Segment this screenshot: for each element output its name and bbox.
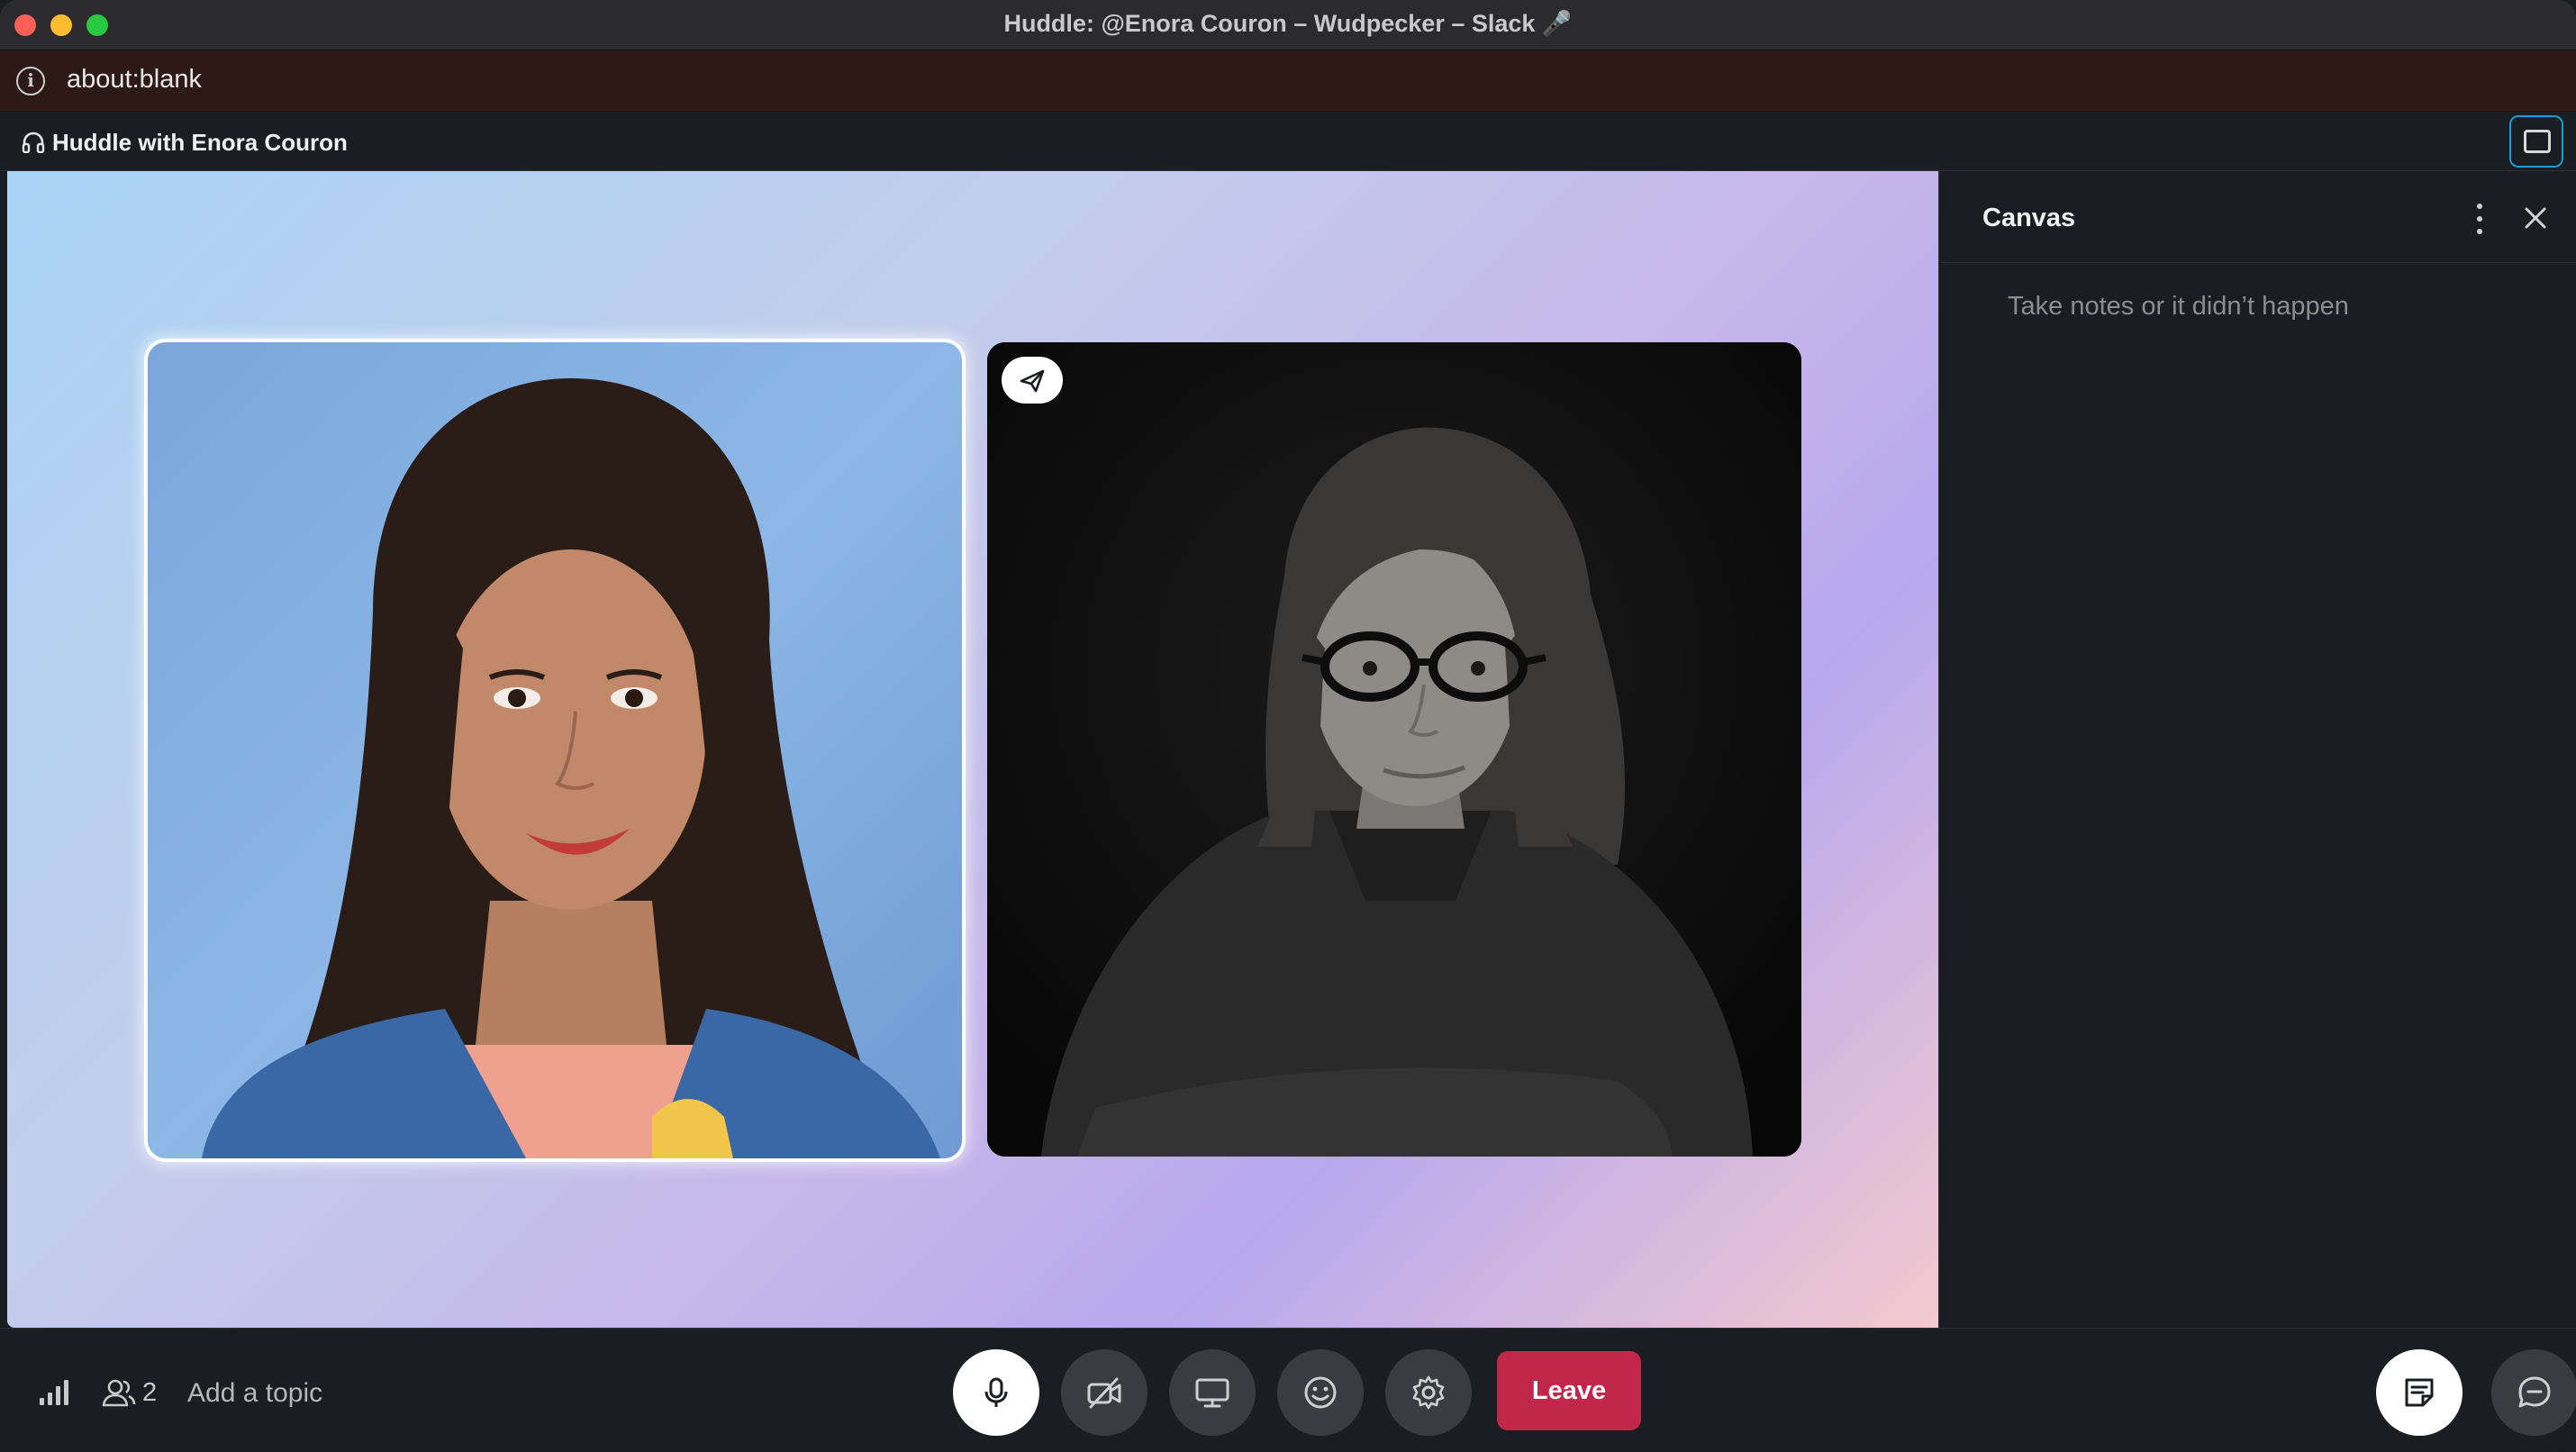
canvas-title: Canvas [1982, 204, 2076, 232]
screen-share-icon [1195, 1378, 1229, 1408]
huddle-header [0, 112, 2576, 171]
mute-button[interactable] [953, 1349, 1039, 1436]
settings-icon [1412, 1375, 1445, 1410]
close-icon[interactable] [2519, 202, 2552, 234]
canvas-toggle-button[interactable] [2376, 1349, 2463, 1436]
connection-signal-icon[interactable] [38, 1378, 70, 1407]
video-toggle-button[interactable] [1061, 1349, 1147, 1436]
window-title: Huddle: @Enora Couron – Wudpecker – Slac… [1003, 10, 1573, 37]
thread-icon [2518, 1376, 2551, 1408]
microphone-icon [984, 1377, 1008, 1407]
canvas-header: Canvas [1939, 171, 2576, 263]
add-topic-button[interactable]: Add a topic [187, 1378, 322, 1409]
share-screen-button[interactable] [1169, 1349, 1256, 1436]
leave-button[interactable]: Leave [1497, 1351, 1641, 1430]
url-text[interactable]: about:blank [67, 65, 202, 95]
picture-in-picture-button[interactable] [2509, 115, 2563, 168]
thread-button[interactable] [2491, 1349, 2576, 1436]
slack-huddle-window: Huddle: @Enora Couron – Wudpecker – Slac… [0, 0, 2576, 1452]
participants-icon[interactable] [101, 1376, 137, 1409]
emoji-icon [1304, 1376, 1337, 1409]
settings-button[interactable] [1385, 1349, 1472, 1436]
video-off-icon [1087, 1377, 1121, 1409]
reactions-button[interactable] [1277, 1349, 1364, 1436]
pip-icon [2524, 130, 2551, 153]
canvas-notes-input[interactable]: Take notes or it didn’t happen [2008, 292, 2349, 322]
info-icon[interactable]: i [16, 67, 45, 95]
paper-plane-badge [1002, 357, 1063, 404]
participant-count[interactable]: 2 [142, 1378, 157, 1408]
more-options-icon[interactable] [2471, 202, 2489, 236]
participant-tile-speaking[interactable] [148, 342, 962, 1158]
huddle-title: Huddle with Enora Couron [52, 129, 348, 156]
participant-photo-bw [987, 342, 1801, 1157]
url-bar [0, 50, 2576, 112]
huddle-stage [7, 171, 1938, 1328]
participant-photo [148, 342, 962, 1158]
headphones-icon [22, 132, 45, 153]
title-bar: Huddle: @Enora Couron – Wudpecker – Slac… [0, 0, 2576, 50]
canvas-panel: Canvas Take notes or it didn’t happen [1938, 171, 2576, 1328]
canvas-icon [2405, 1378, 2434, 1407]
participant-tile-enora[interactable] [987, 342, 1801, 1157]
paper-plane-icon [1020, 369, 1045, 393]
